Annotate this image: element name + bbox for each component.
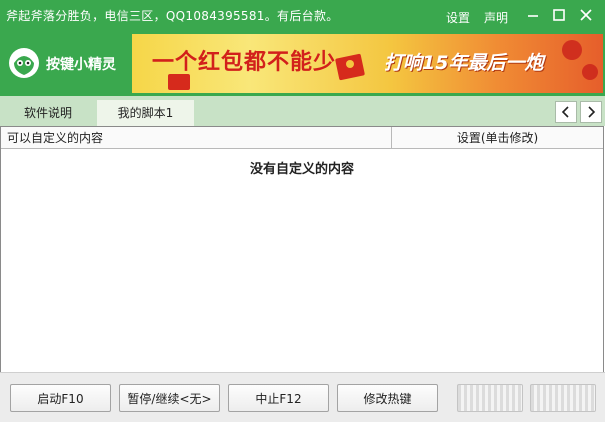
obscured-button-1[interactable] — [457, 384, 523, 412]
bottom-toolbar: 启动F10 暂停/继续<无> 中止F12 修改热键 — [0, 372, 605, 422]
logo-text: 按键小精灵 — [46, 57, 116, 73]
tab-software-info[interactable]: 软件说明 — [4, 100, 92, 126]
start-button[interactable]: 启动F10 — [10, 384, 111, 412]
column-header-custom-content[interactable]: 可以自定义的内容 — [1, 127, 391, 149]
tab-scroll-left-button[interactable] — [555, 101, 577, 123]
tab-bar: 软件说明 我的脚本1 — [0, 96, 605, 126]
ad-right-text: 打响15年最后一炮 — [384, 52, 544, 74]
ad-main-text: 一个红包都不能少 — [152, 50, 337, 75]
tab-my-script-1[interactable]: 我的脚本1 — [97, 100, 194, 126]
obscured-button-2[interactable] — [530, 384, 596, 412]
title-bar: 斧起斧落分胜负，电信三区，QQ1084395581。有后台款。 设置 声明 — [0, 0, 605, 30]
maximize-icon — [548, 4, 570, 26]
close-icon — [575, 4, 597, 26]
settings-table: 可以自定义的内容 设置(单击修改) 没有自定义的内容 — [0, 126, 604, 372]
settings-link[interactable]: 设置 — [446, 9, 470, 26]
minimize-icon — [522, 4, 544, 26]
window-title: 斧起斧落分胜负，电信三区，QQ1084395581。有后台款。 — [6, 9, 339, 23]
app-logo[interactable]: 按键小精灵 — [8, 47, 132, 79]
statement-link[interactable]: 声明 — [484, 9, 508, 26]
close-button[interactable] — [575, 4, 597, 26]
edit-hotkey-button[interactable]: 修改热键 — [337, 384, 438, 412]
tab-scroll-right-button[interactable] — [580, 101, 602, 123]
maximize-button[interactable] — [548, 4, 570, 26]
pause-resume-button[interactable]: 暂停/继续<无> — [119, 384, 220, 412]
stop-button[interactable]: 中止F12 — [228, 384, 329, 412]
column-header-settings[interactable]: 设置(单击修改) — [391, 127, 603, 149]
minimize-button[interactable] — [522, 4, 544, 26]
ad-banner[interactable]: 一个红包都不能少 打响15年最后一炮 — [132, 34, 603, 93]
empty-message: 没有自定义的内容 — [249, 162, 354, 177]
chevron-left-icon — [556, 102, 576, 122]
chevron-right-icon — [581, 102, 601, 122]
